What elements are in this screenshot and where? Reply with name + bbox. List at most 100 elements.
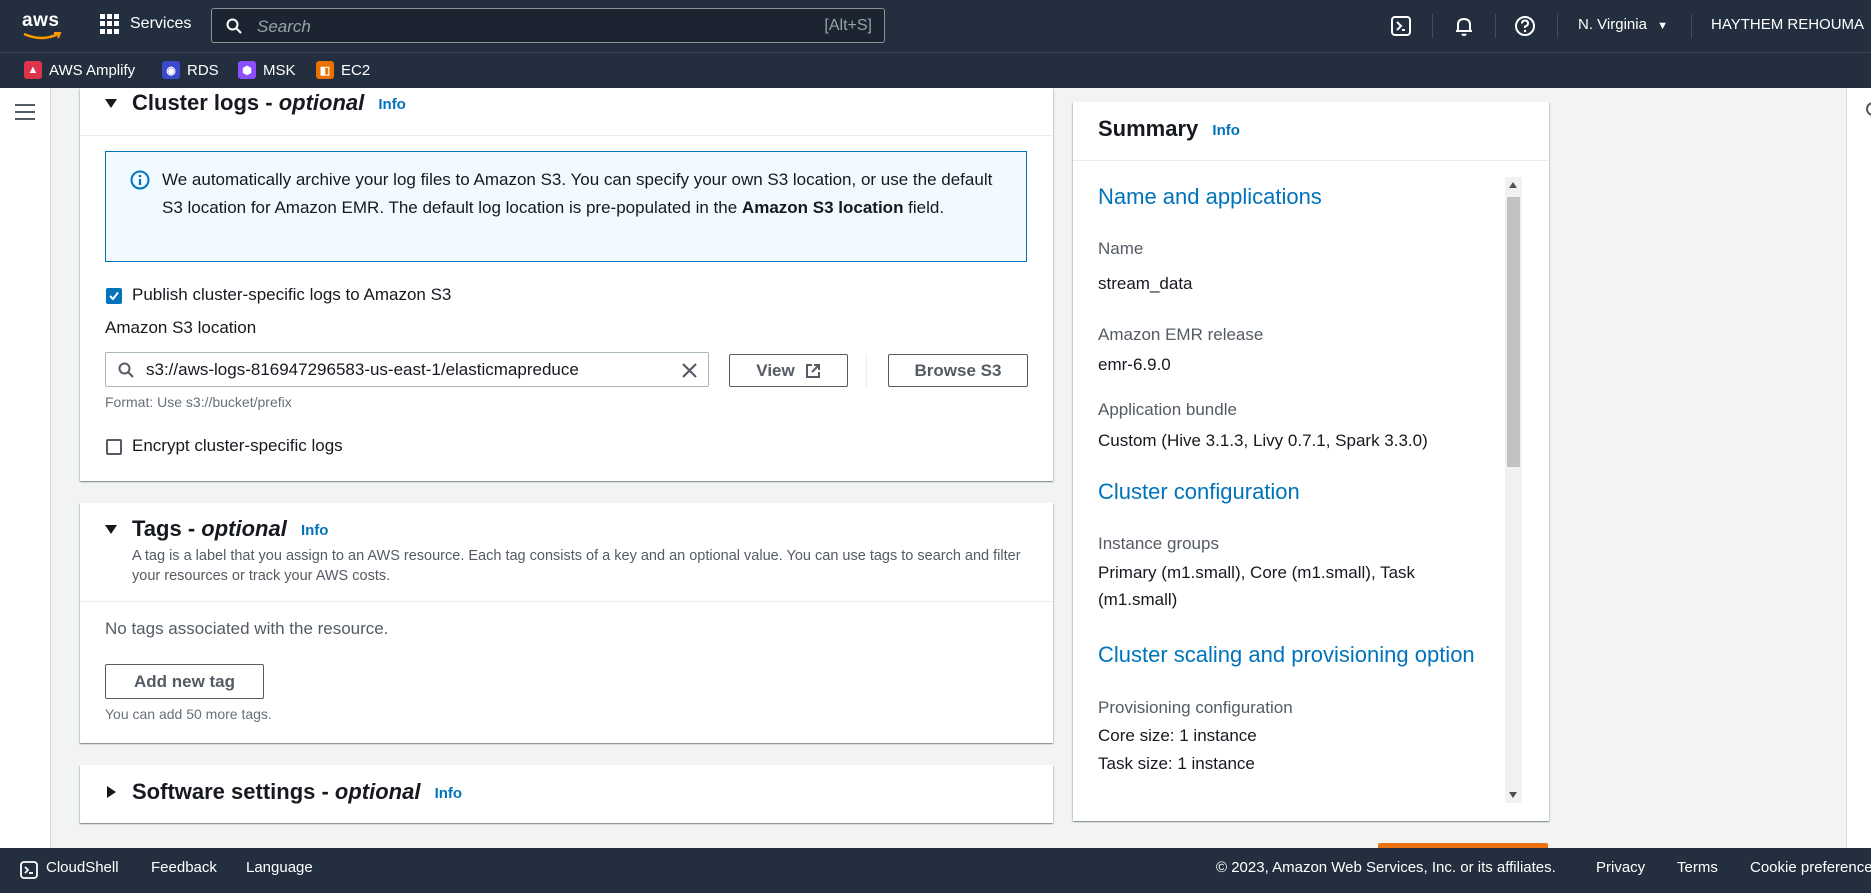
summary-header: Summary Info	[1073, 102, 1549, 161]
s3-location-label: Amazon S3 location	[105, 318, 257, 337]
cluster-logs-header[interactable]: Cluster logs - optional Info	[80, 88, 1053, 136]
summary-key: Application bundle	[1098, 400, 1237, 419]
encrypt-logs-label[interactable]: Encrypt cluster-specific logs	[132, 436, 343, 456]
footer: CloudShell Feedback Language © 2023, Ama…	[0, 848, 1871, 893]
tags-limit-hint: You can add 50 more tags.	[105, 706, 272, 722]
cluster-logs-panel: Cluster logs - optional Info We automati…	[80, 88, 1053, 481]
region-selector[interactable]: N. Virginia ▼	[1578, 16, 1668, 33]
aws-logo[interactable]: aws	[22, 10, 64, 40]
section-title: Cluster logs - optional Info	[132, 90, 406, 115]
summary-value: Primary (m1.small), Core (m1.small), Tas…	[1098, 563, 1416, 609]
favorites-bar: ▲ AWS Amplify ◉ RDS ⬢ MSK ◧ EC2	[0, 52, 1871, 88]
info-icon	[130, 170, 150, 190]
scroll-up-icon[interactable]	[1509, 182, 1517, 188]
ec2-icon: ◧	[316, 61, 334, 79]
s3-format-hint: Format: Use s3://bucket/prefix	[105, 394, 292, 410]
aws-logo-text: aws	[22, 10, 60, 31]
language-link[interactable]: Language	[246, 859, 313, 876]
grid-icon	[100, 14, 120, 34]
account-name: HAYTHEM REHOUMA	[1711, 16, 1864, 33]
caret-right-icon	[107, 786, 116, 798]
button-divider	[866, 354, 867, 387]
caret-down-icon	[105, 99, 117, 108]
add-new-tag-button[interactable]: Add new tag	[105, 664, 264, 699]
favorite-ec2[interactable]: ◧ EC2	[316, 61, 370, 79]
favorite-aws-amplify[interactable]: ▲ AWS Amplify	[24, 61, 135, 79]
search-shortcut: [Alt+S]	[824, 17, 872, 34]
check-icon	[109, 291, 119, 301]
cloudshell-link[interactable]: CloudShell	[46, 859, 119, 876]
summary-value: Core size: 1 instance	[1098, 726, 1257, 745]
privacy-link[interactable]: Privacy	[1596, 859, 1645, 876]
account-menu[interactable]: HAYTHEM REHOUMA ▼	[1711, 16, 1871, 33]
bell-icon[interactable]	[1453, 15, 1475, 37]
favorite-label: EC2	[341, 61, 371, 79]
search-icon	[118, 362, 134, 378]
summary-value: emr-6.9.0	[1098, 355, 1171, 374]
services-menu[interactable]: Services	[100, 14, 191, 34]
scroll-down-icon[interactable]	[1509, 792, 1517, 798]
favorite-label: AWS Amplify	[49, 61, 136, 79]
section-title: Software settings - optional Info	[132, 779, 463, 804]
top-navigation: aws Services Search [Alt+S] N. Virginia …	[0, 0, 1871, 52]
search-icon[interactable]	[1864, 102, 1871, 120]
info-link[interactable]: Info	[435, 785, 463, 802]
cloudshell-icon[interactable]	[1390, 15, 1412, 37]
region-label: N. Virginia	[1578, 16, 1647, 33]
tags-header[interactable]: Tags - optional Info A tag is a label th…	[80, 503, 1053, 602]
summary-value: stream_data	[1098, 274, 1193, 293]
external-link-icon	[805, 363, 820, 378]
software-settings-panel[interactable]: Software settings - optional Info	[80, 765, 1053, 823]
summary-value: Task size: 1 instance	[1098, 754, 1255, 773]
nav-divider	[1557, 14, 1558, 38]
favorite-msk[interactable]: ⬢ MSK	[238, 61, 296, 79]
summary-panel: Summary Info Name and applications Name …	[1073, 102, 1549, 821]
summary-key: Instance groups	[1098, 534, 1219, 553]
summary-key: Provisioning configuration	[1098, 698, 1293, 717]
tools-panel-rail	[1846, 88, 1871, 848]
tags-panel: Tags - optional Info A tag is a label th…	[80, 503, 1053, 743]
scrollbar-thumb[interactable]	[1507, 197, 1520, 467]
search-input[interactable]: Search [Alt+S]	[211, 8, 885, 43]
browse-s3-button[interactable]: Browse S3	[888, 354, 1028, 387]
info-link[interactable]: Info	[378, 96, 406, 113]
publish-logs-label[interactable]: Publish cluster-specific logs to Amazon …	[132, 285, 451, 305]
view-button[interactable]: View	[729, 354, 848, 387]
no-tags-text: No tags associated with the resource.	[105, 619, 389, 638]
summary-key: Amazon EMR release	[1098, 325, 1264, 344]
help-icon[interactable]	[1514, 15, 1536, 37]
summary-section-name-applications[interactable]: Name and applications	[1098, 184, 1322, 210]
info-alert: We automatically archive your log files …	[105, 151, 1027, 262]
menu-icon[interactable]	[15, 104, 35, 120]
cookie-preferences-link[interactable]: Cookie preferences	[1750, 859, 1871, 876]
favorite-label: RDS	[187, 61, 219, 79]
nav-divider	[1432, 14, 1433, 38]
services-label: Services	[130, 15, 192, 32]
summary-key: Name	[1098, 239, 1144, 258]
favorite-rds[interactable]: ◉ RDS	[162, 61, 219, 79]
summary-value: Custom (Hive 3.1.3, Livy 0.7.1, Spark 3.…	[1098, 431, 1428, 450]
msk-icon: ⬢	[238, 61, 256, 79]
nav-divider	[1495, 14, 1496, 38]
summary-scrollbar[interactable]	[1505, 177, 1522, 803]
info-link[interactable]: Info	[1212, 122, 1240, 139]
section-title: Tags - optional Info	[132, 516, 329, 541]
nav-divider	[1691, 14, 1692, 38]
caret-down-icon: ▼	[1657, 20, 1668, 32]
terms-link[interactable]: Terms	[1677, 859, 1718, 876]
s3-location-value: s3://aws-logs-816947296583-us-east-1/ela…	[146, 360, 579, 379]
rds-icon: ◉	[162, 61, 180, 79]
amplify-icon: ▲	[24, 61, 42, 79]
summary-title: Summary Info	[1098, 116, 1240, 141]
s3-location-input[interactable]: s3://aws-logs-816947296583-us-east-1/ela…	[105, 352, 709, 387]
summary-section-cluster-scaling[interactable]: Cluster scaling and provisioning option	[1098, 642, 1475, 668]
info-link[interactable]: Info	[301, 522, 329, 539]
publish-logs-checkbox[interactable]	[106, 288, 122, 304]
favorite-label: MSK	[263, 61, 296, 79]
clear-icon[interactable]	[681, 362, 698, 379]
encrypt-logs-checkbox[interactable]	[106, 439, 122, 455]
summary-section-cluster-configuration[interactable]: Cluster configuration	[1098, 479, 1300, 505]
feedback-link[interactable]: Feedback	[151, 859, 217, 876]
cloudshell-icon	[20, 861, 38, 879]
copyright-text: © 2023, Amazon Web Services, Inc. or its…	[1216, 859, 1556, 876]
